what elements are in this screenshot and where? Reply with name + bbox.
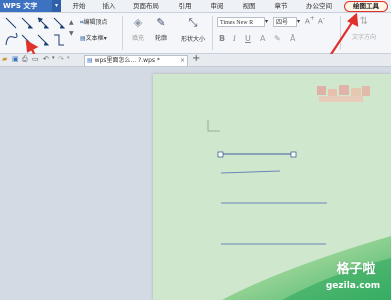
watermark-title: 格子啦 [336,262,376,277]
blurred-logo [317,85,370,102]
margin-corner-mark [207,120,220,132]
line-handle-end [290,151,297,158]
drawn-line-1 [220,170,281,174]
line-handle-start [217,151,224,158]
watermark-url: gezila.com [325,281,381,291]
